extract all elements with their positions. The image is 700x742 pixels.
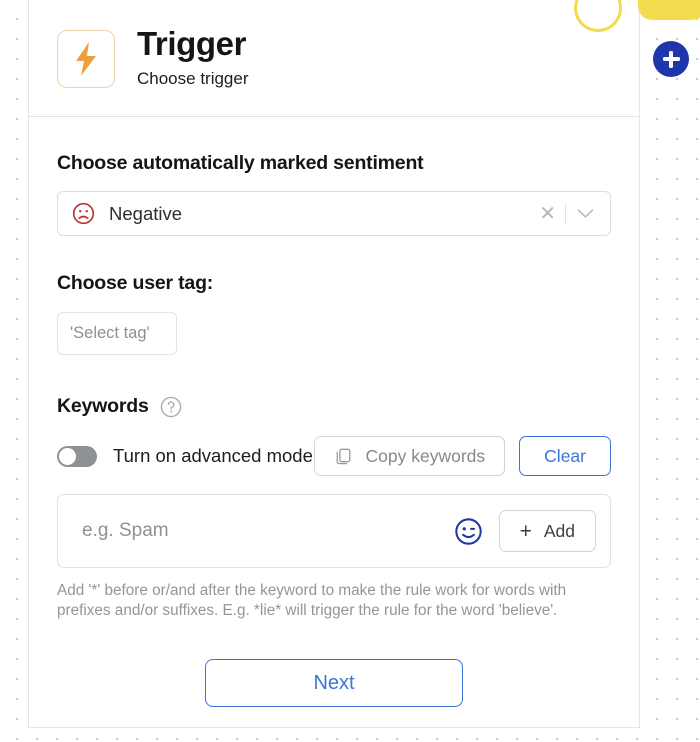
chevron-down-icon[interactable] [566,208,600,219]
question-mark-icon[interactable] [160,396,182,418]
corner-accent-chip [638,0,700,20]
keyword-input[interactable]: e.g. Spam [82,520,454,542]
user-tag-label: Choose user tag: [57,272,214,294]
page-title: Trigger [137,25,247,63]
clear-keywords-label: Clear [544,445,586,466]
copy-icon [336,448,350,464]
user-tag-section: Choose user tag: 'Select tag' [57,272,611,355]
sentiment-select[interactable]: Negative ✕ [57,191,611,236]
advanced-mode-label: Turn on advanced mode [113,445,313,466]
sentiment-label: Choose automatically marked sentiment [57,152,424,174]
keyword-input-box[interactable]: e.g. Spam + Add [57,494,611,568]
sentiment-clear-icon[interactable]: ✕ [530,204,565,224]
copy-keywords-button[interactable]: Copy keywords [313,436,506,476]
lightning-bolt-icon [76,42,96,76]
sentiment-section: Choose automatically marked sentiment Ne… [57,152,611,236]
keywords-hint-text: Add '*' before or/and after the keyword … [57,582,567,620]
plus-icon-bar [662,57,680,61]
keywords-heading-row: Keywords [57,395,611,418]
card-body: Choose automatically marked sentiment Ne… [29,152,639,708]
trigger-icon-box [57,30,115,88]
add-keyword-button[interactable]: + Add [498,510,596,552]
next-button-label: Next [313,671,355,694]
footer-actions: Next [57,659,611,708]
header-text-group: Trigger Choose trigger [137,27,249,89]
sentiment-value: Negative [109,202,183,224]
winking-smiley-icon[interactable] [454,517,483,546]
trigger-card: Trigger Choose trigger Choose automatica… [28,0,640,728]
page-subtitle: Choose trigger [137,68,249,88]
clear-keywords-button[interactable]: Clear [519,436,611,476]
keywords-controls-row: Turn on advanced mode Copy keywords Clea… [57,436,611,476]
plus-icon: + [519,519,532,543]
keywords-label: Keywords [57,395,149,417]
trigger-enabled-toggle[interactable] [574,0,622,32]
frowning-face-icon [72,202,95,225]
add-button[interactable] [653,41,689,77]
toggle-knob [577,0,619,29]
next-button[interactable]: Next [205,659,463,708]
keywords-section: Keywords Turn on advanced mode Copy keyw… [57,395,611,621]
card-header: Trigger Choose trigger [29,0,639,117]
add-keyword-label: Add [543,520,575,541]
copy-keywords-label: Copy keywords [365,445,486,466]
toggle-knob [59,447,76,465]
advanced-mode-toggle[interactable] [57,445,97,467]
user-tag-input[interactable]: 'Select tag' [57,312,177,355]
